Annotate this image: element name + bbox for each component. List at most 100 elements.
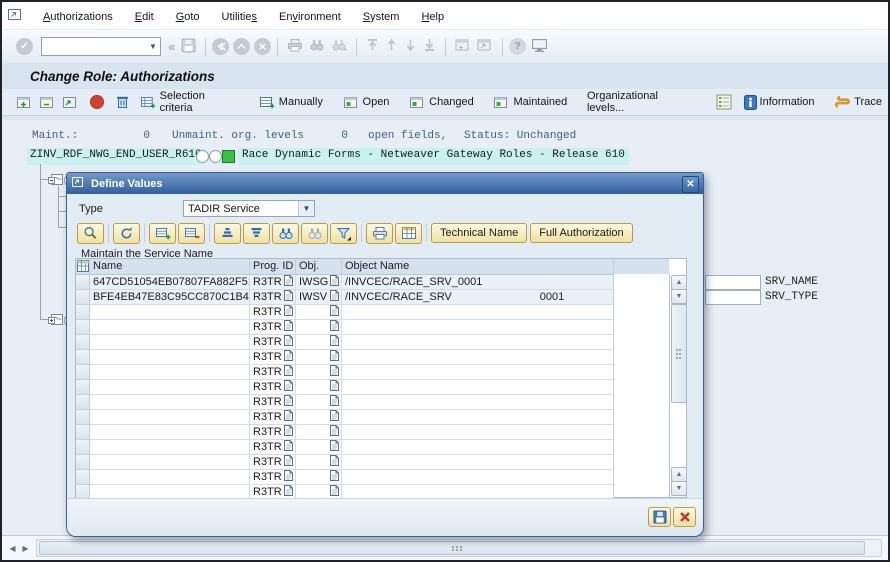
cell-obj[interactable]: [296, 350, 342, 365]
manually-button[interactable]: Manually: [259, 95, 323, 110]
scroll-right-icon[interactable]: ▶: [19, 541, 32, 556]
cell-object-name[interactable]: [342, 440, 614, 455]
cell-prog-id[interactable]: R3TR: [250, 380, 296, 395]
display-button[interactable]: [77, 223, 104, 244]
table-vertical-scrollbar[interactable]: ▲ ▼ ▲ ▼: [669, 274, 686, 497]
find-entry-button[interactable]: [272, 223, 299, 244]
refresh-button[interactable]: [113, 223, 140, 244]
table-row[interactable]: R3TR: [76, 335, 614, 350]
scroll-down-icon[interactable]: ▼: [671, 289, 687, 304]
cell-object-name[interactable]: [342, 470, 614, 485]
value-help-icon[interactable]: [330, 440, 339, 454]
cell-obj[interactable]: [296, 365, 342, 380]
cell-prog-id[interactable]: R3TR: [250, 275, 296, 290]
row-selector[interactable]: [76, 305, 90, 320]
cell-object-name[interactable]: [342, 455, 614, 470]
table-row[interactable]: R3TR: [76, 350, 614, 365]
table-row[interactable]: R3TR: [76, 440, 614, 455]
value-help-icon[interactable]: [330, 275, 339, 289]
selection-criteria-button[interactable]: Selection criteria: [140, 90, 239, 114]
row-selector[interactable]: [76, 380, 90, 395]
value-help-icon[interactable]: [284, 335, 293, 349]
value-help-icon[interactable]: [284, 425, 293, 439]
menu-goto[interactable]: Goto: [165, 9, 211, 25]
cell-object-name[interactable]: [342, 320, 614, 335]
row-selector[interactable]: [76, 365, 90, 380]
table-row[interactable]: R3TR: [76, 470, 614, 485]
value-help-icon[interactable]: [330, 290, 339, 304]
row-selector[interactable]: [76, 440, 90, 455]
cell-obj[interactable]: [296, 410, 342, 425]
technical-name-button[interactable]: Technical Name: [431, 223, 527, 243]
value-help-icon[interactable]: [284, 275, 293, 289]
filter-button[interactable]: [330, 223, 357, 244]
cell-prog-id[interactable]: R3TR: [250, 410, 296, 425]
cell-name[interactable]: [90, 440, 250, 455]
row-selector[interactable]: [76, 275, 90, 290]
cell-prog-id[interactable]: R3TR: [250, 320, 296, 335]
value-help-icon[interactable]: [284, 380, 293, 394]
row-selector[interactable]: [76, 455, 90, 470]
value-help-icon[interactable]: [284, 455, 293, 469]
dialog-title-bar[interactable]: Define Values ✕: [67, 173, 703, 194]
maintained-button[interactable]: Maintained: [493, 95, 567, 110]
type-select-arrow-icon[interactable]: ▼: [298, 201, 314, 216]
cell-prog-id[interactable]: R3TR: [250, 440, 296, 455]
cell-name[interactable]: [90, 320, 250, 335]
cell-name[interactable]: [90, 410, 250, 425]
menu-edit[interactable]: Edit: [124, 9, 165, 25]
table-row[interactable]: R3TR: [76, 455, 614, 470]
cell-object-name[interactable]: [342, 380, 614, 395]
sort-ascending-button[interactable]: [214, 223, 241, 244]
cell-obj[interactable]: [296, 470, 342, 485]
table-row[interactable]: R3TR: [76, 395, 614, 410]
value-help-icon[interactable]: [330, 320, 339, 334]
row-selector[interactable]: [76, 470, 90, 485]
cell-obj[interactable]: [296, 455, 342, 470]
organizational-levels-button[interactable]: Organizational levels...: [587, 90, 696, 114]
command-input[interactable]: [42, 39, 146, 54]
value-help-icon[interactable]: [284, 410, 293, 424]
menu-utilities[interactable]: Utilities: [211, 9, 268, 25]
cell-obj[interactable]: [296, 320, 342, 335]
hscroll-track[interactable]: [36, 539, 882, 557]
command-dropdown-icon[interactable]: ▼: [146, 38, 160, 55]
table-row[interactable]: R3TR: [76, 425, 614, 440]
cell-prog-id[interactable]: R3TR: [250, 305, 296, 320]
cell-name[interactable]: [90, 470, 250, 485]
menu-authorizations[interactable]: Authorizations: [32, 9, 124, 25]
cell-object-name[interactable]: /INVCEC/RACE_SRV0001: [342, 290, 614, 305]
value-help-icon[interactable]: [330, 455, 339, 469]
sort-descending-button[interactable]: [243, 223, 270, 244]
table-row[interactable]: R3TR: [76, 410, 614, 425]
cell-prog-id[interactable]: R3TR: [250, 350, 296, 365]
role-id[interactable]: ZINV_RDF_NWG_END_USER_R610: [27, 148, 205, 165]
hscroll-thumb[interactable]: [39, 541, 865, 555]
cell-name[interactable]: 647CD51054EB07807FA882F5125B6F: [90, 275, 250, 290]
enter-check-icon[interactable]: ✓: [16, 38, 33, 55]
value-help-icon[interactable]: [330, 380, 339, 394]
insert-row-button[interactable]: [149, 223, 176, 244]
value-help-icon[interactable]: [330, 305, 339, 319]
column-header-object-name[interactable]: Object Name: [342, 259, 614, 274]
cell-obj[interactable]: [296, 380, 342, 395]
table-row[interactable]: R3TR: [76, 320, 614, 335]
cell-object-name[interactable]: [342, 365, 614, 380]
trace-button[interactable]: Trace: [834, 95, 882, 109]
folder-closed-icon[interactable]: [48, 313, 63, 329]
row-selector[interactable]: [76, 290, 90, 305]
value-help-icon[interactable]: [284, 290, 293, 304]
row-selector[interactable]: [76, 350, 90, 365]
menu-system[interactable]: System: [352, 9, 411, 25]
cell-name[interactable]: [90, 365, 250, 380]
cell-object-name[interactable]: [342, 350, 614, 365]
scroll-page-up-icon[interactable]: ▲: [671, 467, 687, 482]
row-selector[interactable]: [76, 320, 90, 335]
column-header-prog-id[interactable]: Prog. ID: [250, 259, 296, 274]
srv-type-field[interactable]: [705, 290, 761, 305]
row-selector[interactable]: [76, 425, 90, 440]
close-button[interactable]: [673, 507, 696, 527]
column-header-name[interactable]: Name: [90, 259, 250, 274]
column-header-obj[interactable]: Obj.: [296, 259, 342, 274]
cell-obj[interactable]: IWSV: [296, 290, 342, 305]
